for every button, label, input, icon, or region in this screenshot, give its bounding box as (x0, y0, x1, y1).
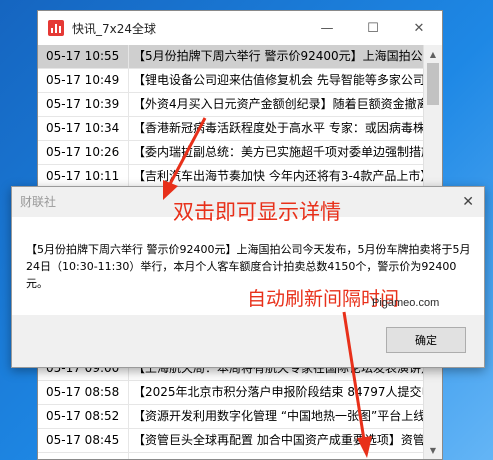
arrow-head-2 (357, 436, 372, 458)
annotation-arrows (163, 117, 372, 458)
arrow-line-2 (342, 311, 366, 441)
double-click-annotation: 双击即可显示详情 (173, 200, 341, 224)
arrow-line-1 (168, 117, 207, 185)
watermark: Pigameo.com (372, 297, 440, 309)
